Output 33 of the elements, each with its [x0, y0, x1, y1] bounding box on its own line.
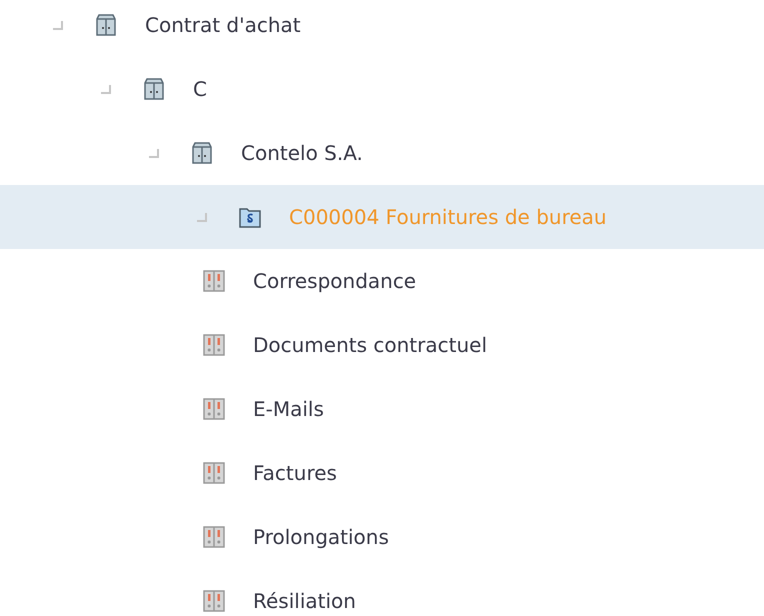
tree-row[interactable]: Factures — [0, 441, 764, 505]
corner-line-icon — [101, 84, 111, 94]
binder-icon — [203, 398, 225, 420]
binder-icon — [203, 462, 225, 484]
cabinet-icon — [191, 142, 213, 164]
tree-label: Résiliation — [253, 589, 356, 613]
tree-label: Correspondance — [253, 269, 416, 293]
corner-line-icon — [197, 212, 207, 222]
tree-label: Documents contractuel — [253, 333, 487, 357]
corner-line-icon — [149, 148, 159, 158]
tree-label: Contrat d'achat — [145, 13, 301, 37]
tree-row[interactable]: Contrat d'achat — [0, 0, 764, 57]
binder-icon — [203, 270, 225, 292]
corner-line-icon — [53, 20, 63, 30]
binder-icon — [203, 526, 225, 548]
cabinet-icon — [95, 14, 117, 36]
contract-folder-icon — [239, 206, 261, 228]
tree-row[interactable]: Contelo S.A. — [0, 121, 764, 185]
tree-label: C000004 Fournitures de bureau — [289, 205, 607, 229]
tree-row[interactable]: Résiliation — [0, 569, 764, 616]
tree-label: C — [193, 77, 207, 101]
tree-label: Factures — [253, 461, 337, 485]
tree-row[interactable]: Documents contractuel — [0, 313, 764, 377]
binder-icon — [203, 590, 225, 612]
tree-label: E-Mails — [253, 397, 324, 421]
tree-label: Contelo S.A. — [241, 141, 363, 165]
cabinet-icon — [143, 78, 165, 100]
binder-icon — [203, 334, 225, 356]
tree-label: Prolongations — [253, 525, 389, 549]
tree-row[interactable]: Correspondance — [0, 249, 764, 313]
tree-row[interactable]: E-Mails — [0, 377, 764, 441]
tree-row[interactable]: C — [0, 57, 764, 121]
tree-row[interactable]: Prolongations — [0, 505, 764, 569]
